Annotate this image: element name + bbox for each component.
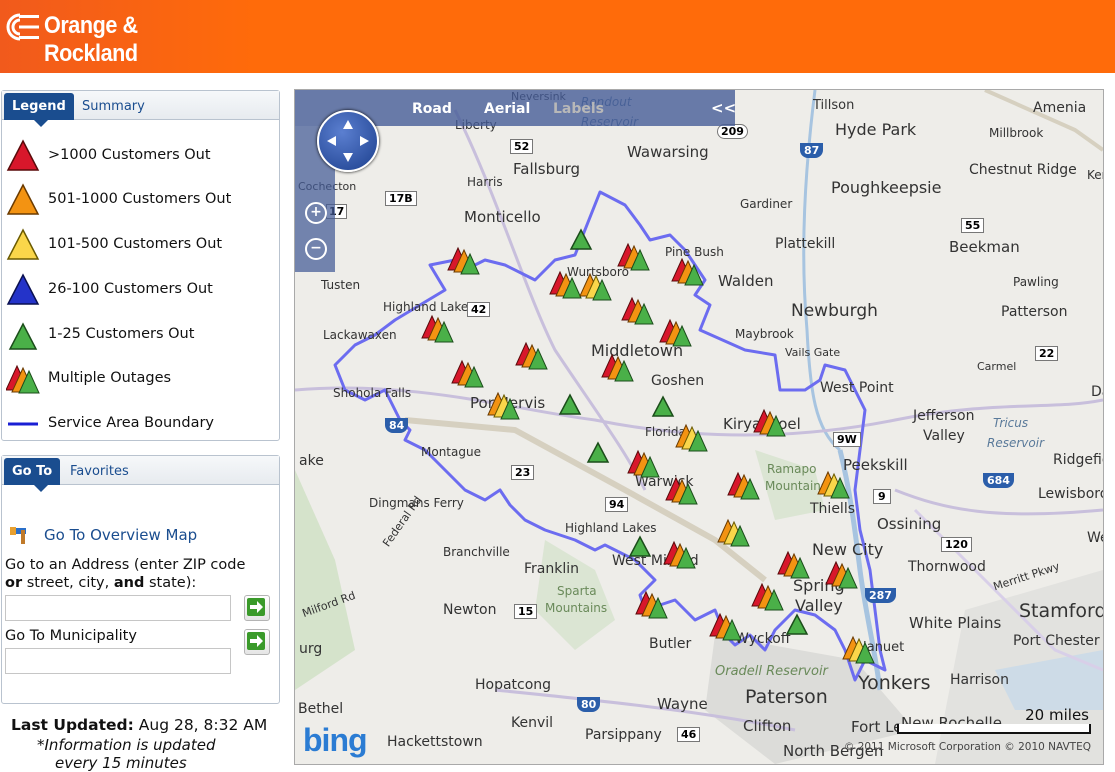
last-updated: Last Updated: Aug 28, 8:32 AM [11, 716, 268, 734]
multiple-outages-marker [659, 319, 692, 347]
multiple-outages-marker [817, 471, 850, 499]
logo-text: Orange & Rockland [44, 12, 138, 67]
multiple-outages-marker [709, 613, 742, 641]
multiple-outages-marker [487, 392, 520, 420]
multiple-outages-marker [635, 591, 668, 619]
orange-triangle-icon [6, 183, 40, 215]
overview-map-link[interactable]: Go To Overview Map [44, 526, 197, 544]
legend-label: 101-500 Customers Out [48, 236, 223, 252]
multiple-outages-marker [665, 477, 698, 505]
legend-panel: Legend Summary >1000 Customers Out 501-1… [1, 90, 280, 441]
header-bar: Orange & Rockland [0, 0, 1115, 73]
logo[interactable]: Orange & Rockland [0, 0, 255, 73]
multiple-outages-marker [751, 583, 784, 611]
multiple-outages-marker [549, 271, 582, 299]
address-label-line1: Go to an Address (enter ZIP code [5, 557, 246, 573]
multiple-outages-marker [421, 315, 454, 343]
multiple-outages-marker [621, 297, 654, 325]
address-label-line2: or street, city, and state): [5, 575, 197, 591]
outage-markers [421, 229, 875, 664]
legend-label: 1-25 Customers Out [48, 326, 195, 342]
map-copyright: © 2011 Microsoft Corporation © 2010 NAVT… [843, 741, 1091, 753]
outage-map[interactable]: Tillson Hyde Park Amenia Millbrook Wawar… [294, 89, 1104, 765]
tab-go-to[interactable]: Go To [4, 458, 61, 492]
green-outage-marker [629, 536, 651, 557]
legend-item: 101-500 Customers Out [6, 228, 276, 262]
multiple-outages-marker [447, 247, 480, 275]
legend-tabbar: Legend Summary [2, 91, 279, 127]
municipality-go-button[interactable] [244, 629, 270, 655]
multiple-outages-marker [451, 360, 484, 388]
collapse-nav-button[interactable]: << [711, 99, 736, 117]
orange-rockland-logo-icon [6, 13, 39, 41]
tab-favorites[interactable]: Favorites [70, 458, 129, 485]
legend-label: 26-100 Customers Out [48, 281, 213, 297]
legend-label: 501-1000 Customers Out [48, 191, 232, 207]
legend-label: >1000 Customers Out [48, 147, 211, 163]
multiple-outages-marker [601, 354, 634, 382]
multiple-outages-marker [777, 551, 810, 579]
zoom-in-icon[interactable]: + [305, 202, 327, 224]
multiple-outages-marker [627, 450, 660, 478]
green-arrow-icon [247, 598, 265, 616]
address-input[interactable] [5, 595, 231, 621]
multiple-outages-marker [842, 636, 875, 664]
map-type-road[interactable]: Road [412, 101, 452, 117]
multiple-outages-marker [579, 273, 612, 301]
legend-item: >1000 Customers Out [6, 139, 276, 173]
legend-item: Service Area Boundary [6, 407, 276, 441]
legend-label: Service Area Boundary [48, 415, 215, 431]
multiple-outages-marker [825, 561, 858, 589]
yellow-triangle-icon [6, 228, 40, 260]
green-triangle-icon [8, 322, 38, 350]
scale-bar [897, 724, 1091, 734]
update-note: *Information is updated every 15 minutes [37, 736, 216, 772]
green-outage-marker [652, 396, 674, 417]
multiple-outages-marker [727, 472, 760, 500]
map-type-aerial[interactable]: Aerial [484, 101, 530, 117]
red-triangle-icon [6, 139, 40, 171]
tab-summary[interactable]: Summary [82, 93, 145, 120]
municipality-input[interactable] [5, 648, 231, 674]
map-labels-toggle[interactable]: Labels [553, 101, 604, 117]
pan-arrows-icon [327, 120, 369, 162]
multiple-outages-marker [717, 519, 750, 547]
multiple-outages-icon [6, 364, 40, 394]
legend-item: Multiple Outages [6, 362, 276, 396]
bing-logo: bing [303, 722, 368, 758]
green-outage-marker [559, 394, 581, 415]
green-arrow-icon [247, 632, 265, 650]
boundary-line-icon [8, 422, 38, 426]
legend-item: 501-1000 Customers Out [6, 183, 276, 217]
goto-panel: Go To Favorites Go To Overview Map Go to… [1, 455, 280, 704]
multiple-outages-marker [663, 541, 696, 569]
zoom-out-icon[interactable]: − [305, 238, 327, 260]
pan-compass-icon[interactable] [317, 110, 379, 172]
green-outage-marker [587, 442, 609, 463]
address-go-button[interactable] [244, 595, 270, 621]
tab-legend[interactable]: Legend [4, 93, 74, 127]
goto-tabbar: Go To Favorites [2, 456, 279, 492]
legend-item: 1-25 Customers Out [6, 318, 276, 352]
blue-triangle-icon [6, 273, 40, 305]
multiple-outages-marker [515, 342, 548, 370]
green-outage-marker [786, 614, 808, 635]
scale-label: 20 miles [1025, 706, 1089, 724]
legend-item: 26-100 Customers Out [6, 273, 276, 307]
multiple-outages-marker [753, 409, 786, 437]
hammer-icon [10, 527, 26, 544]
municipality-label: Go To Municipality [5, 628, 137, 644]
green-outage-marker [570, 229, 592, 250]
multiple-outages-marker [617, 243, 650, 271]
legend-label: Multiple Outages [48, 370, 172, 386]
multiple-outages-marker [675, 424, 708, 452]
multiple-outages-marker [671, 258, 704, 286]
